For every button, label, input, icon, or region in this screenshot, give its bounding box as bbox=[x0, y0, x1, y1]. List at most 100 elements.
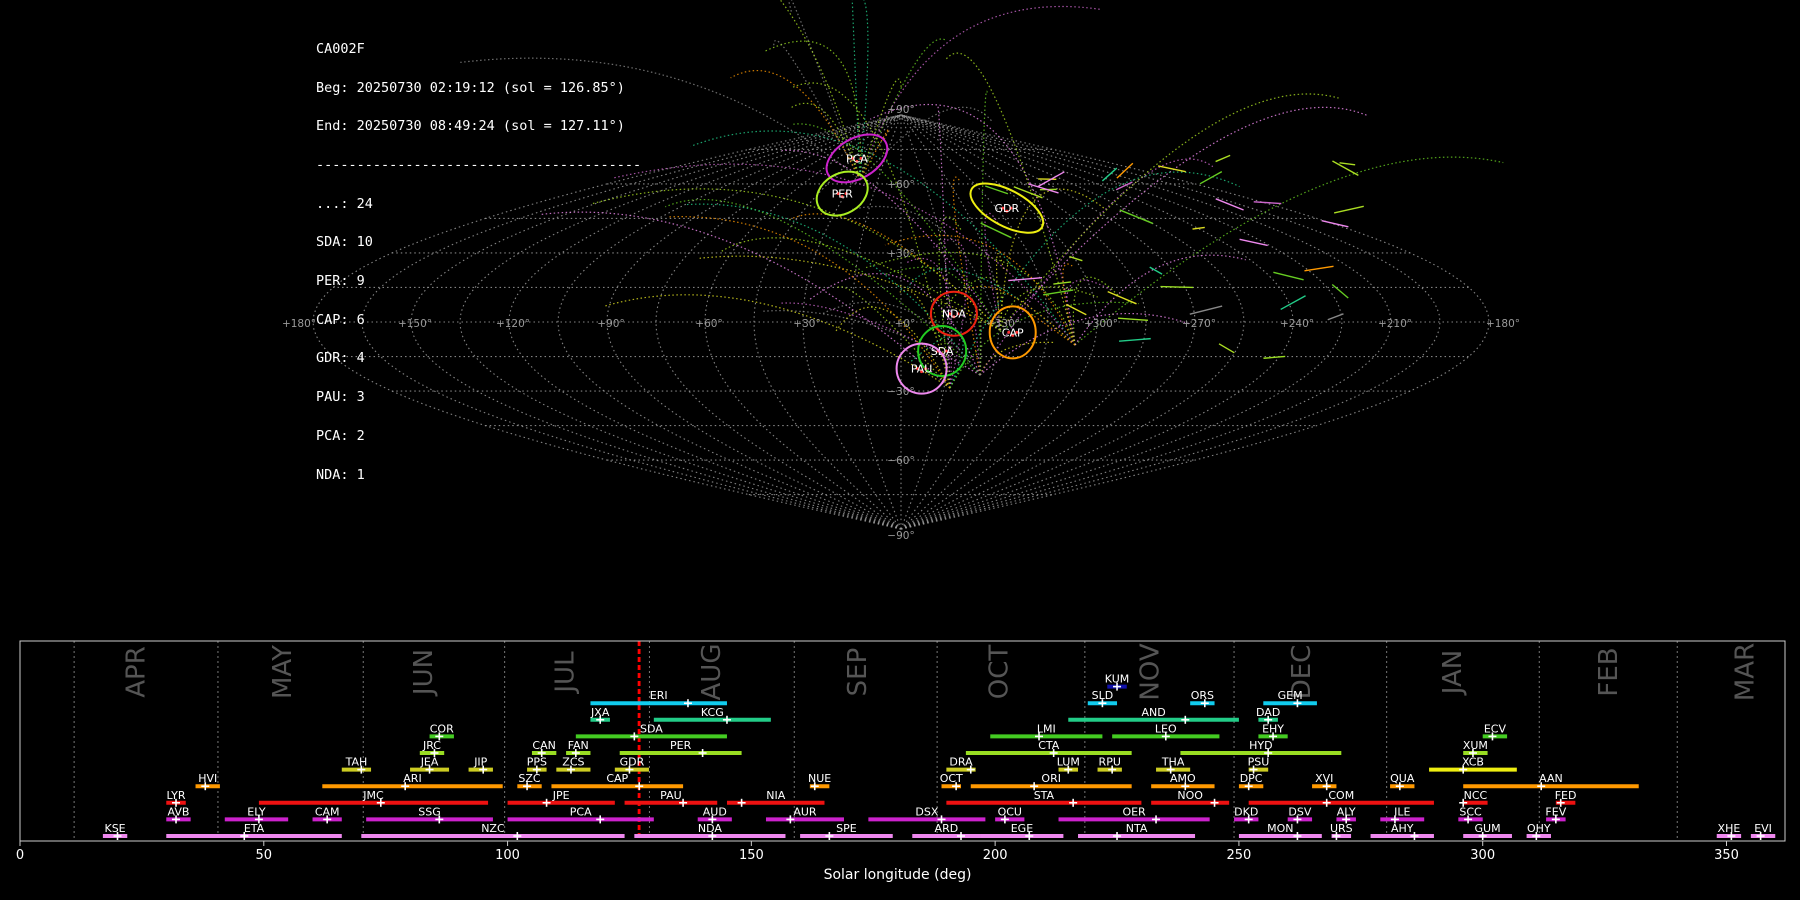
shower-count: PAU: 3 bbox=[316, 389, 365, 406]
month-label: NOV bbox=[1136, 643, 1166, 700]
longitude-tick-label: +300° bbox=[1084, 318, 1118, 330]
shower-label: EGE bbox=[1011, 822, 1033, 835]
x-axis-label: Solar longitude (deg) bbox=[824, 867, 972, 883]
shower-label: ARI bbox=[403, 772, 421, 785]
x-tick-label: 150 bbox=[739, 848, 764, 863]
shower-label: SDA bbox=[640, 722, 663, 735]
shower-label: ERI bbox=[650, 689, 668, 702]
shower-label: CAM bbox=[315, 805, 340, 818]
shower-count: NDA: 1 bbox=[316, 466, 365, 483]
shower-count: SDA: 10 bbox=[316, 234, 373, 251]
shower-label: PER bbox=[670, 739, 692, 752]
shower-label: OCT bbox=[940, 772, 963, 785]
meteor-segment bbox=[1304, 265, 1334, 272]
shower-label: NCC bbox=[1464, 789, 1488, 802]
shower-count: PER: 9 bbox=[316, 273, 365, 290]
shower-label: AHY bbox=[1391, 822, 1414, 835]
meteor-segment bbox=[1053, 281, 1072, 285]
observation-info: CA002F Beg: 20250730 02:19:12 (sol = 126… bbox=[316, 17, 641, 494]
shower-label: HVI bbox=[198, 772, 217, 785]
meteor-segment bbox=[1192, 226, 1205, 230]
shower-label: PSU bbox=[1248, 756, 1270, 769]
radiant-label: NDA bbox=[942, 308, 967, 321]
radiant-label: GDR bbox=[995, 202, 1020, 215]
shower-label: EVI bbox=[1754, 822, 1772, 835]
meteor-track bbox=[949, 301, 1140, 389]
latitude-tick-label: +60° bbox=[887, 179, 914, 191]
month-label: OCT bbox=[985, 645, 1015, 700]
shower-label: ARD bbox=[935, 822, 959, 835]
shower-label: AUR bbox=[793, 805, 817, 818]
longitude-tick-label: +210° bbox=[1378, 318, 1412, 330]
meteor-segment bbox=[1239, 238, 1268, 247]
shower-label: DAD bbox=[1256, 706, 1280, 719]
shower-count: ...: 24 bbox=[316, 195, 373, 212]
longitude-tick-label: +60° bbox=[695, 318, 722, 330]
shower-label: COR bbox=[430, 722, 454, 735]
shower-label: GDR bbox=[620, 756, 645, 769]
x-tick-label: 300 bbox=[1470, 848, 1495, 863]
shower-label: XVI bbox=[1315, 772, 1333, 785]
shower-label: PPS bbox=[527, 756, 547, 769]
longitude-tick-label: +270° bbox=[1182, 318, 1216, 330]
shower-label: LUM bbox=[1057, 756, 1080, 769]
shower-label: DSV bbox=[1288, 805, 1311, 818]
latitude-tick-label: −60° bbox=[887, 455, 914, 467]
meteor-segment bbox=[1321, 220, 1349, 228]
meteor-track bbox=[779, 0, 861, 181]
meteor-track bbox=[945, 52, 1076, 346]
shower-label: NDA bbox=[698, 822, 723, 835]
shower-label: NOO bbox=[1177, 789, 1203, 802]
month-label: JAN bbox=[1438, 650, 1468, 696]
shower-label: KCG bbox=[701, 706, 724, 719]
radiant-label: PER bbox=[832, 188, 854, 201]
meteor-segment bbox=[1327, 313, 1344, 321]
shower-label: ECV bbox=[1484, 722, 1507, 735]
shower-label: CTA bbox=[1038, 739, 1060, 752]
meteor-segment bbox=[1218, 343, 1235, 354]
month-label: MAR bbox=[1730, 643, 1760, 701]
month-label: JUL bbox=[551, 651, 581, 695]
latitude-tick-label: −90° bbox=[887, 530, 914, 542]
info-separator: ---------------------------------------- bbox=[316, 156, 642, 173]
shower-label: DRA bbox=[949, 756, 973, 769]
shower-label: URS bbox=[1330, 822, 1353, 835]
shower-label: RPU bbox=[1099, 756, 1121, 769]
shower-label: KSE bbox=[104, 822, 125, 835]
shower-label: LMI bbox=[1037, 722, 1056, 735]
shower-label: SZC bbox=[518, 772, 541, 785]
shower-count: GDR: 4 bbox=[316, 350, 365, 367]
begin-time: Beg: 20250730 02:19:12 (sol = 126.85°) bbox=[316, 79, 625, 96]
shower-label: FEV bbox=[1545, 805, 1566, 818]
shower-label: XUM bbox=[1463, 739, 1488, 752]
shower-label: SSG bbox=[418, 805, 441, 818]
shower-bars: KUM ERI SLD ORS GEM JXA KCG AND DAD COR SDA LMI LEO E… bbox=[102, 673, 1776, 840]
radiant-label: PAU bbox=[911, 363, 933, 376]
x-tick-label: 250 bbox=[1227, 848, 1252, 863]
meteor-track bbox=[836, 286, 951, 389]
shower-label: AVB bbox=[168, 805, 190, 818]
shower-label: CAP bbox=[606, 772, 628, 785]
end-time: End: 20250730 08:49:24 (sol = 127.11°) bbox=[316, 118, 625, 135]
shower-label: FAN bbox=[568, 739, 589, 752]
meteor-track bbox=[859, 5, 1102, 181]
meteor-track bbox=[949, 171, 1240, 389]
shower-label: LYR bbox=[167, 789, 186, 802]
meteor-segment bbox=[1008, 277, 1043, 282]
shower-label: JXA bbox=[590, 706, 610, 719]
longitude-tick-label: +180° bbox=[1486, 318, 1520, 330]
meteor-segment bbox=[1101, 167, 1118, 182]
shower-label: ELY bbox=[247, 805, 266, 818]
shower-label: NTA bbox=[1126, 822, 1148, 835]
shower-label: CAN bbox=[532, 739, 555, 752]
shower-label: XCB bbox=[1462, 756, 1484, 769]
shower-label: XHE bbox=[1718, 822, 1741, 835]
shower-count: PCA: 2 bbox=[316, 427, 365, 444]
meteor-segment bbox=[1333, 205, 1364, 214]
shower-label: GUM bbox=[1475, 822, 1501, 835]
shower-label: SCC bbox=[1459, 805, 1482, 818]
meteor-segment bbox=[1043, 289, 1074, 296]
x-tick-label: 100 bbox=[495, 848, 520, 863]
shower-label: NIA bbox=[766, 789, 785, 802]
x-tick-label: 200 bbox=[983, 848, 1008, 863]
